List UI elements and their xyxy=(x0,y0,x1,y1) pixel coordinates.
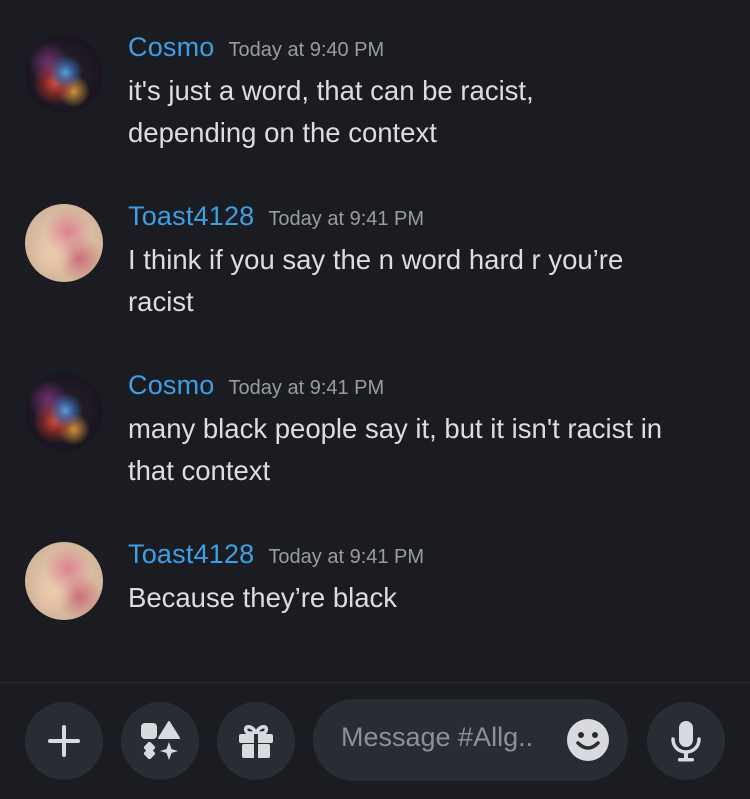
message-input[interactable]: Message #Allg.. xyxy=(313,699,628,781)
apps-icon xyxy=(141,721,180,760)
message-composer: Message #Allg.. xyxy=(0,683,750,799)
emoji-icon[interactable] xyxy=(566,718,610,762)
gift-button[interactable] xyxy=(217,702,295,780)
message-line: depending on the context xyxy=(128,117,437,148)
message-header: Toast4128 Today at 9:41 PM xyxy=(128,201,424,232)
timestamp: Today at 9:41 PM xyxy=(228,377,385,399)
avatar[interactable] xyxy=(25,35,103,113)
apps-button[interactable] xyxy=(121,702,199,780)
plus-icon xyxy=(48,725,80,757)
message-header: Cosmo Today at 9:41 PM xyxy=(128,370,384,401)
add-attachment-button[interactable] xyxy=(25,702,103,780)
username[interactable]: Cosmo xyxy=(128,370,215,400)
message-line: racist xyxy=(128,286,194,317)
timestamp: Today at 9:41 PM xyxy=(268,546,425,568)
message-line: I think if you say the n word hard r you… xyxy=(128,244,624,275)
voice-message-button[interactable] xyxy=(647,702,725,780)
avatar[interactable] xyxy=(25,542,103,620)
message-text: it's just a word, that can be racist, de… xyxy=(128,70,728,154)
username[interactable]: Toast4128 xyxy=(128,201,254,231)
gift-icon xyxy=(239,725,273,758)
message-line: many black people say it, but it isn't r… xyxy=(128,413,663,444)
username[interactable]: Toast4128 xyxy=(128,539,254,569)
message-list: Cosmo Today at 9:40 PM it's just a word, … xyxy=(0,0,750,682)
avatar[interactable] xyxy=(25,204,103,282)
message-header: Cosmo Today at 9:40 PM xyxy=(128,32,384,63)
message-line: that context xyxy=(128,455,271,486)
message-text: many black people say it, but it isn't r… xyxy=(128,408,728,492)
message-text: I think if you say the n word hard r you… xyxy=(128,239,728,323)
timestamp: Today at 9:41 PM xyxy=(268,208,425,230)
message-line: Because they’re black xyxy=(128,582,398,613)
message-input-placeholder: Message #Allg.. xyxy=(341,722,534,752)
timestamp: Today at 9:40 PM xyxy=(228,39,385,61)
avatar[interactable] xyxy=(25,373,103,451)
message-text: Because they’re black xyxy=(128,577,728,619)
username[interactable]: Cosmo xyxy=(128,32,215,62)
message-line: it's just a word, that can be racist, xyxy=(128,75,534,106)
message-header: Toast4128 Today at 9:41 PM xyxy=(128,539,424,570)
microphone-icon xyxy=(671,721,701,762)
